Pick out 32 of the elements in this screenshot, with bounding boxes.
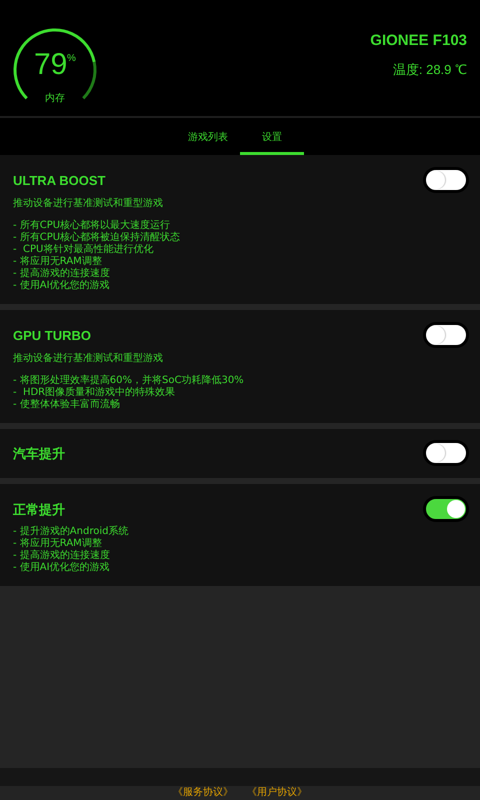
card-title: GPU TURBO — [13, 327, 92, 345]
card-title: 正常提升 — [13, 501, 66, 519]
feature-line: - 所有CPU核心都将被迫保持清醒状态 — [13, 232, 180, 244]
feature-line: - 使用AI优化您的游戏 — [13, 562, 111, 574]
toggle-switch[interactable] — [425, 442, 467, 464]
feature-line: - 提高游戏的连接速度 — [13, 550, 111, 562]
card-description: 推动设备进行基准测试和重型游戏 — [13, 352, 164, 365]
feature-line: - 提升游戏的Android系统 — [13, 526, 128, 538]
memory-percent: 79 — [34, 48, 68, 82]
toggle-switch[interactable] — [425, 169, 467, 191]
card-description: 推动设备进行基准测试和重型游戏 — [13, 197, 164, 210]
card-title: ULTRA BOOST — [13, 172, 106, 190]
feature-line: - 所有CPU核心都将以最大速度运行 — [13, 220, 172, 232]
feature-line: - CPU将针对最高性能进行优化 — [13, 244, 154, 256]
toggle-switch[interactable] — [425, 324, 467, 346]
gauge-label: 内存 — [45, 93, 65, 104]
agreement-link[interactable]: 《用户协议》 — [247, 787, 307, 799]
gauge-track — [82, 62, 96, 100]
feature-line: - 将应用无RAM调整 — [13, 538, 103, 550]
toggle-switch[interactable] — [425, 498, 467, 520]
feature-line: - 将应用无RAM调整 — [13, 256, 103, 268]
feature-line: - 提高游戏的连接速度 — [13, 268, 111, 280]
feature-line: - 使整体体验丰富而流畅 — [13, 399, 121, 411]
device-name: GIONEE F103 — [370, 32, 467, 49]
percent-unit: % — [67, 53, 76, 64]
temperature-reading: 温度: 28.9 ℃ — [392, 61, 467, 79]
tab[interactable]: 游戏列表 — [176, 118, 240, 155]
feature-line: - HDR图像质量和游戏中的特殊效果 — [13, 387, 176, 398]
card-title: 汽车提升 — [13, 445, 65, 463]
feature-line: - 将图形处理效率提高60%，并将SoC功耗降低30% — [13, 375, 244, 386]
feature-line: - 使用AI优化您的游戏 — [13, 280, 111, 292]
agreement-link[interactable]: 《服务协议》 — [173, 787, 233, 799]
